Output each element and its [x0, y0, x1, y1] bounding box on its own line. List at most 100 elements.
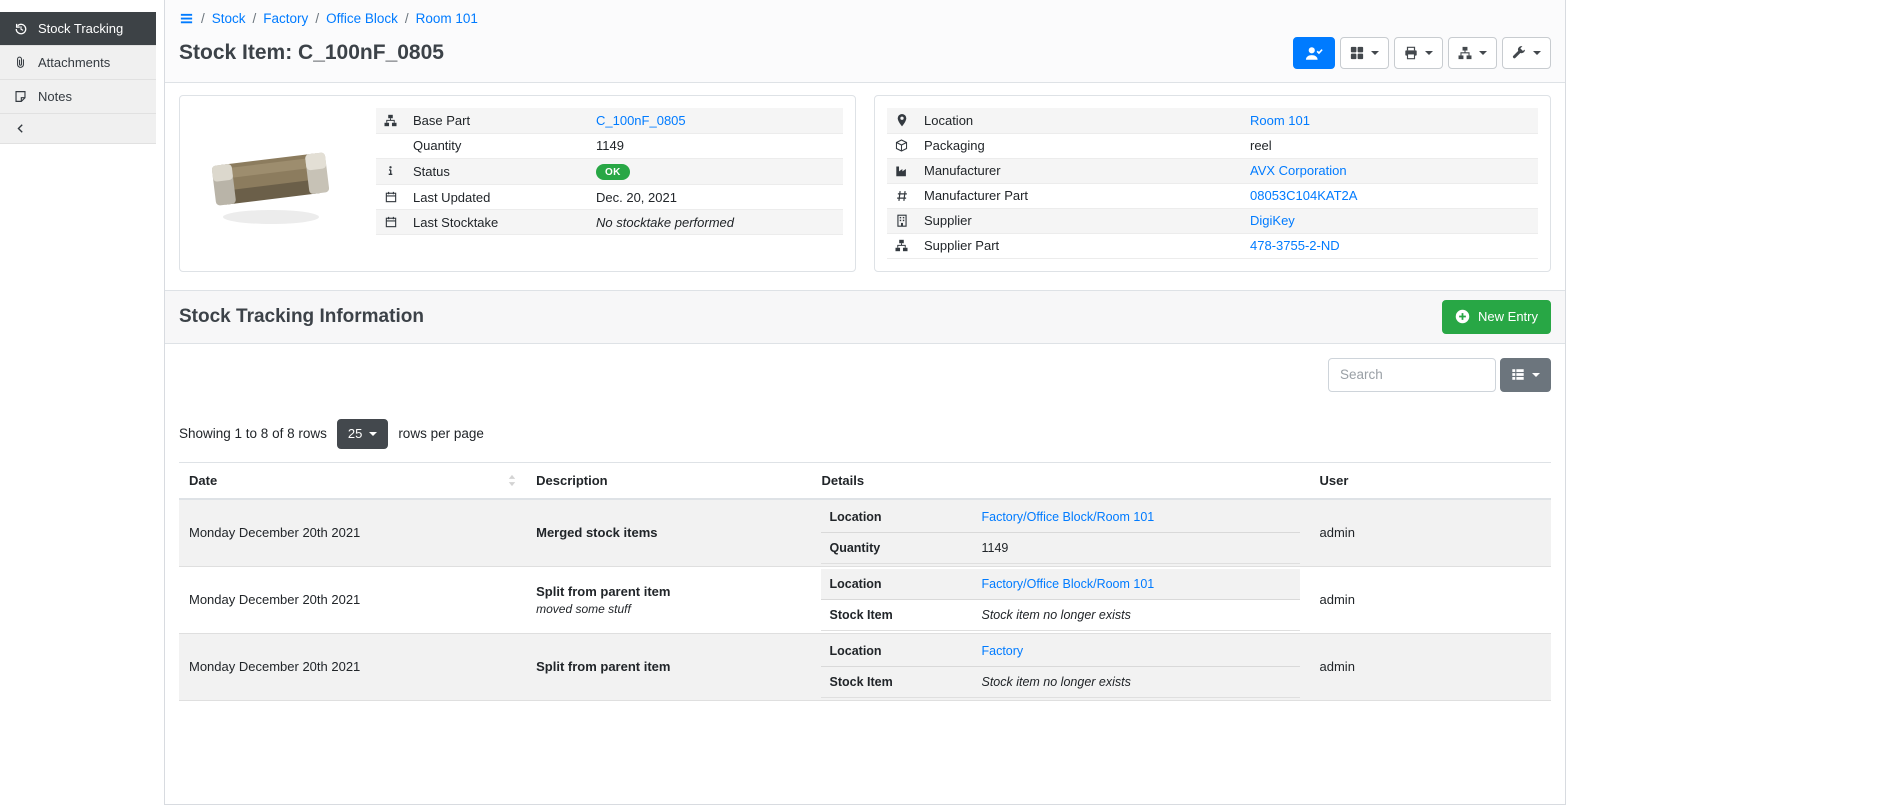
sitemap-icon [895, 239, 908, 252]
detail-subvalue: 1149 [971, 532, 1299, 563]
detail-subrow: Quantity 1149 [821, 532, 1299, 563]
detail-row-base-part: Base Part C_100nF_0805 [376, 108, 843, 133]
breadcrumb-link-room-101[interactable]: Room 101 [400, 11, 478, 26]
history-icon [13, 22, 28, 36]
sidebar-item-label: Notes [38, 89, 72, 104]
calendar-icon [384, 216, 397, 228]
detail-label: Quantity [405, 133, 588, 158]
detail-sublabel: Stock Item [821, 599, 971, 630]
caret-down-icon [1532, 373, 1540, 377]
edit-actions-button[interactable] [1502, 37, 1551, 69]
hashtag-icon [895, 190, 908, 202]
sidebar-collapse-button[interactable] [0, 114, 156, 144]
detail-row-last-stocktake: Last Stocktake No stocktake performed [376, 210, 843, 235]
page-title: Stock Item: C_100nF_0805 [179, 41, 444, 65]
calendar-icon [384, 191, 397, 203]
detail-row-manufacturer-part: Manufacturer Part 08053C104KAT2A [887, 183, 1538, 208]
stock-transfer-actions-button[interactable] [1448, 37, 1497, 69]
detail-label: Base Part [405, 108, 588, 133]
tracking-table: Date Description Details User [179, 462, 1551, 701]
sidebar-item-notes[interactable]: Notes [0, 80, 156, 114]
menu-icon[interactable] [179, 11, 194, 26]
map-marker-icon [895, 113, 908, 127]
tracking-location-link[interactable]: Factory/Office Block/Room 101 [981, 510, 1154, 524]
supplier-link[interactable]: DigiKey [1250, 213, 1295, 228]
detail-subrow: Location Factory/Office Block/Room 101 [821, 502, 1299, 533]
part-image[interactable] [192, 133, 350, 233]
detail-subvalue: Stock item no longer exists [971, 666, 1299, 697]
detail-sublabel: Location [821, 502, 971, 533]
breadcrumb: Stock Factory Office Block Room 101 [179, 8, 1551, 33]
page-size-dropdown[interactable]: 25 [337, 419, 388, 449]
caret-down-icon [369, 432, 377, 436]
new-entry-button[interactable]: New Entry [1442, 300, 1551, 334]
stock-adjust-button[interactable] [1293, 37, 1335, 69]
sidebar-item-attachments[interactable]: Attachments [0, 46, 156, 80]
detail-subrow: Location Factory/Office Block/Room 101 [821, 569, 1299, 600]
detail-row-location: Location Room 101 [887, 108, 1538, 133]
detail-subrow: Stock Item Stock item no longer exists [821, 666, 1299, 697]
tracking-date: Monday December 20th 2021 [179, 566, 526, 633]
status-badge: OK [596, 164, 630, 180]
detail-row-supplier-part: Supplier Part 478-3755-2-ND [887, 233, 1538, 258]
sidebar-item-label: Stock Tracking [38, 21, 123, 36]
printer-icon [1404, 46, 1418, 60]
detail-label: Last Stocktake [405, 210, 588, 235]
sidebar-item-label: Attachments [38, 55, 110, 70]
tracking-row: Monday December 20th 2021 Merged stock i… [179, 499, 1551, 567]
tracking-details-subtable: Location Factory/Office Block/Room 101 Q… [821, 502, 1299, 564]
pagination-info: Showing 1 to 8 of 8 rows 25 rows per pag… [179, 419, 1551, 449]
tracking-row: Monday December 20th 2021 Split from par… [179, 566, 1551, 633]
detail-label: Packaging [916, 133, 1242, 158]
detail-row-status: Status OK [376, 158, 843, 185]
breadcrumb-link-factory[interactable]: Factory [248, 11, 309, 26]
tracking-description: Merged stock items [536, 525, 801, 540]
column-header-description: Description [526, 462, 811, 499]
detail-row-manufacturer: Manufacturer AVX Corporation [887, 158, 1538, 183]
tracking-section-header: Stock Tracking Information New Entry [165, 290, 1565, 344]
note-icon [13, 90, 28, 103]
supplier-part-link[interactable]: 478-3755-2-ND [1250, 238, 1340, 253]
barcode-actions-button[interactable] [1340, 37, 1389, 69]
tracking-location-link[interactable]: Factory [981, 644, 1023, 658]
detail-label: Supplier Part [916, 233, 1242, 258]
manufacturer-part-link[interactable]: 08053C104KAT2A [1250, 188, 1357, 203]
detail-label: Supplier [916, 208, 1242, 233]
location-link[interactable]: Room 101 [1250, 113, 1310, 128]
table-controls [179, 358, 1551, 392]
tracking-table-header-row: Date Description Details User [179, 462, 1551, 499]
caret-down-icon [1533, 51, 1541, 55]
tracking-user: admin [1310, 566, 1551, 633]
tracking-section-body: Showing 1 to 8 of 8 rows 25 rows per pag… [165, 344, 1565, 715]
print-actions-button[interactable] [1394, 37, 1443, 69]
sitemap-icon [1458, 46, 1472, 60]
detail-subrow: Location Factory [821, 636, 1299, 667]
breadcrumb-link-stock[interactable]: Stock [196, 11, 246, 26]
detail-sublabel: Location [821, 569, 971, 600]
search-input[interactable] [1328, 358, 1496, 392]
new-entry-label: New Entry [1478, 309, 1538, 324]
tracking-date: Monday December 20th 2021 [179, 633, 526, 700]
item-details-card-right: Location Room 101 Packaging reel Manufac… [874, 95, 1551, 272]
manufacturer-link[interactable]: AVX Corporation [1250, 163, 1347, 178]
column-header-date[interactable]: Date [179, 462, 526, 499]
detail-label: Status [405, 158, 588, 185]
title-row: Stock Item: C_100nF_0805 [179, 33, 1551, 82]
sidebar-item-stock-tracking[interactable]: Stock Tracking [0, 12, 156, 46]
detail-label: Location [916, 108, 1242, 133]
plus-circle-icon [1455, 309, 1470, 324]
detail-label: Manufacturer [916, 158, 1242, 183]
breadcrumb-link-office-block[interactable]: Office Block [310, 11, 398, 26]
caret-down-icon [1371, 51, 1379, 55]
tracking-location-link[interactable]: Factory/Office Block/Room 101 [981, 577, 1154, 591]
tools-icon [1512, 46, 1526, 60]
chevron-left-icon [13, 123, 28, 134]
item-details-table-left: Base Part C_100nF_0805 Quantity 1149 Sta… [376, 108, 843, 259]
last-updated-value: Dec. 20, 2021 [588, 185, 843, 210]
columns-dropdown-button[interactable] [1500, 358, 1551, 392]
list-icon [1511, 368, 1525, 381]
tracking-details-subtable: Location Factory/Office Block/Room 101 S… [821, 569, 1299, 631]
tracking-description: Split from parent item [536, 659, 801, 674]
base-part-link[interactable]: C_100nF_0805 [596, 113, 686, 128]
tracking-row: Monday December 20th 2021 Split from par… [179, 633, 1551, 700]
